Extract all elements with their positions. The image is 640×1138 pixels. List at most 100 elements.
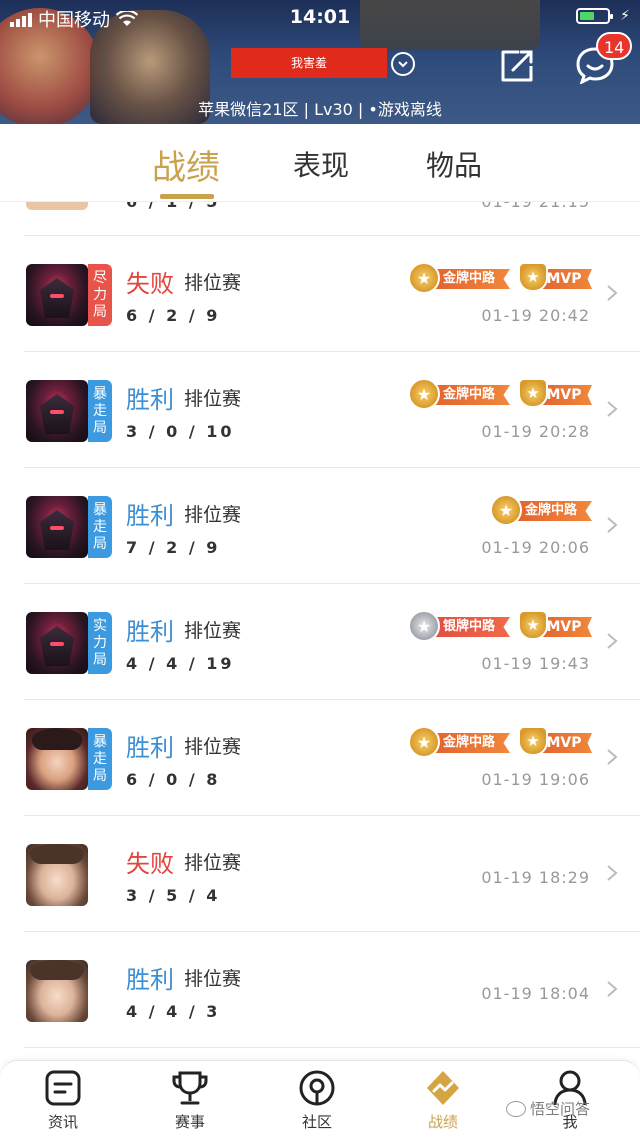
match-result: 胜利 [126,966,174,994]
community-icon [297,1069,337,1107]
lane-badge: 银牌中路 ★ [408,610,510,642]
medal-icon: ★ [408,610,440,642]
match-date: 01-19 18:04 [481,984,590,1003]
tab-items[interactable]: 物品 [426,144,482,184]
hero-avatar [26,612,88,674]
lane-badge: 金牌中路 ★ [408,726,510,758]
match-result: 失败 [126,270,174,298]
status-bar: 中国移动 14:01 ⚡ [0,0,640,34]
profile-banner: 中国移动 14:01 ⚡ 我害羞 14 苹果微信21区 | Lv30 | •游戏… [0,0,640,124]
match-result: 胜利 [126,618,174,646]
hero-avatar [26,844,88,906]
list-item[interactable]: 失败 排位赛 3 / 5 / 4 01-19 18:29 [24,816,640,932]
trophy-icon: ★ [518,726,548,756]
chevron-right-icon [606,864,618,882]
trophy-icon: ★ [518,262,548,292]
server-info: 苹果微信21区 | Lv30 | •游戏离线 [198,100,442,119]
match-date: 01-19 19:06 [481,770,590,789]
watermark-logo-icon [506,1100,526,1117]
chevron-right-icon [606,516,618,534]
nav-news[interactable]: 资讯 [18,1069,108,1132]
account-switch-button[interactable] [391,52,415,76]
mvp-badge: MVP ★ [518,262,592,294]
match-kda: 6 / 0 / 8 [126,770,221,789]
list-item[interactable]: 6 / 1 / 5 01-19 21:15 [24,202,640,236]
chevron-down-icon [398,61,408,68]
list-item[interactable]: 暴走局 胜利 排位赛 6 / 0 / 8 金牌中路 ★ MVP ★ 01-19 … [24,700,640,816]
trophy-icon: ★ [518,610,548,640]
match-type: 排位赛 [184,968,242,990]
trophy-icon [170,1069,210,1107]
lane-badge: 金牌中路 ★ [408,378,510,410]
active-tab-indicator [160,194,214,199]
lane-badge: 金牌中路 ★ [408,262,510,294]
match-date: 01-19 19:43 [481,654,590,673]
hero-avatar [26,728,88,790]
tab-bar: 战绩 表现 物品 [0,124,640,202]
tab-record[interactable]: 战绩 [152,140,220,189]
mode-tag: 暴走局 [88,496,112,558]
match-type: 排位赛 [184,736,242,758]
mvp-badge: MVP ★ [518,378,592,410]
match-type: 排位赛 [184,272,242,294]
list-item[interactable]: 实力局 胜利 排位赛 4 / 4 / 19 银牌中路 ★ MVP ★ 01-19… [24,584,640,700]
match-list[interactable]: 6 / 1 / 5 01-19 21:15 尽力局 失败 排位赛 6 / 2 /… [0,202,640,1060]
list-item[interactable]: 胜利 排位赛 4 / 4 / 3 01-19 18:04 [24,932,640,1048]
chevron-right-icon [606,400,618,418]
match-date: 01-19 18:29 [481,868,590,887]
news-icon [43,1069,83,1107]
chevron-right-icon [606,284,618,302]
chevron-right-icon [606,632,618,650]
nav-community[interactable]: 社区 [272,1069,362,1132]
match-kda: 4 / 4 / 19 [126,654,235,673]
list-item[interactable]: 暴走局 胜利 排位赛 7 / 2 / 9 金牌中路 ★ 01-19 20:06 [24,468,640,584]
match-kda: 7 / 2 / 9 [126,538,221,557]
hero-avatar [26,264,88,326]
record-icon [423,1069,463,1107]
mode-tag: 暴走局 [88,380,112,442]
match-result: 胜利 [126,502,174,530]
battery-icon [576,8,614,24]
match-result: 失败 [126,850,174,878]
match-date: 01-19 20:28 [481,422,590,441]
match-kda: 4 / 4 / 3 [126,1002,221,1021]
hero-avatar [26,496,88,558]
message-count-badge: 14 [596,32,633,60]
tab-performance[interactable]: 表现 [293,144,349,184]
match-result: 胜利 [126,386,174,414]
hero-avatar [26,380,88,442]
match-kda: 3 / 5 / 4 [126,886,221,905]
match-result: 胜利 [126,734,174,762]
match-type: 排位赛 [184,620,242,642]
medal-icon: ★ [408,378,440,410]
share-button[interactable] [497,46,537,84]
chevron-right-icon [606,748,618,766]
medal-icon: ★ [408,262,440,294]
match-date: 01-19 20:42 [481,306,590,325]
share-icon [501,50,533,82]
match-date: 01-19 20:06 [481,538,590,557]
hero-avatar [26,960,88,1022]
match-kda: 6 / 1 / 5 [126,202,220,211]
match-type: 排位赛 [184,504,242,526]
nav-record[interactable]: 战绩 [398,1069,488,1132]
medal-icon: ★ [490,494,522,526]
charging-icon: ⚡ [620,8,630,24]
lane-badge: 金牌中路 ★ [490,494,592,526]
match-date: 01-19 21:15 [481,202,590,211]
mvp-badge: MVP ★ [518,610,592,642]
list-item[interactable]: 暴走局 胜利 排位赛 3 / 0 / 10 金牌中路 ★ MVP ★ 01-19… [24,352,640,468]
match-type: 排位赛 [184,388,242,410]
nav-events[interactable]: 赛事 [145,1069,235,1132]
chevron-right-icon [606,980,618,998]
list-item[interactable]: 尽力局 失败 排位赛 6 / 2 / 9 金牌中路 ★ MVP ★ 01-19 … [24,236,640,352]
medal-icon: ★ [408,726,440,758]
player-name: 我害羞 [231,48,387,78]
status-time: 14:01 [289,6,351,28]
mode-tag: 暴走局 [88,728,112,790]
mode-tag: 实力局 [88,612,112,674]
mode-tag: 尽力局 [88,264,112,326]
hero-avatar [26,202,88,210]
mvp-badge: MVP ★ [518,726,592,758]
match-kda: 3 / 0 / 10 [126,422,235,441]
